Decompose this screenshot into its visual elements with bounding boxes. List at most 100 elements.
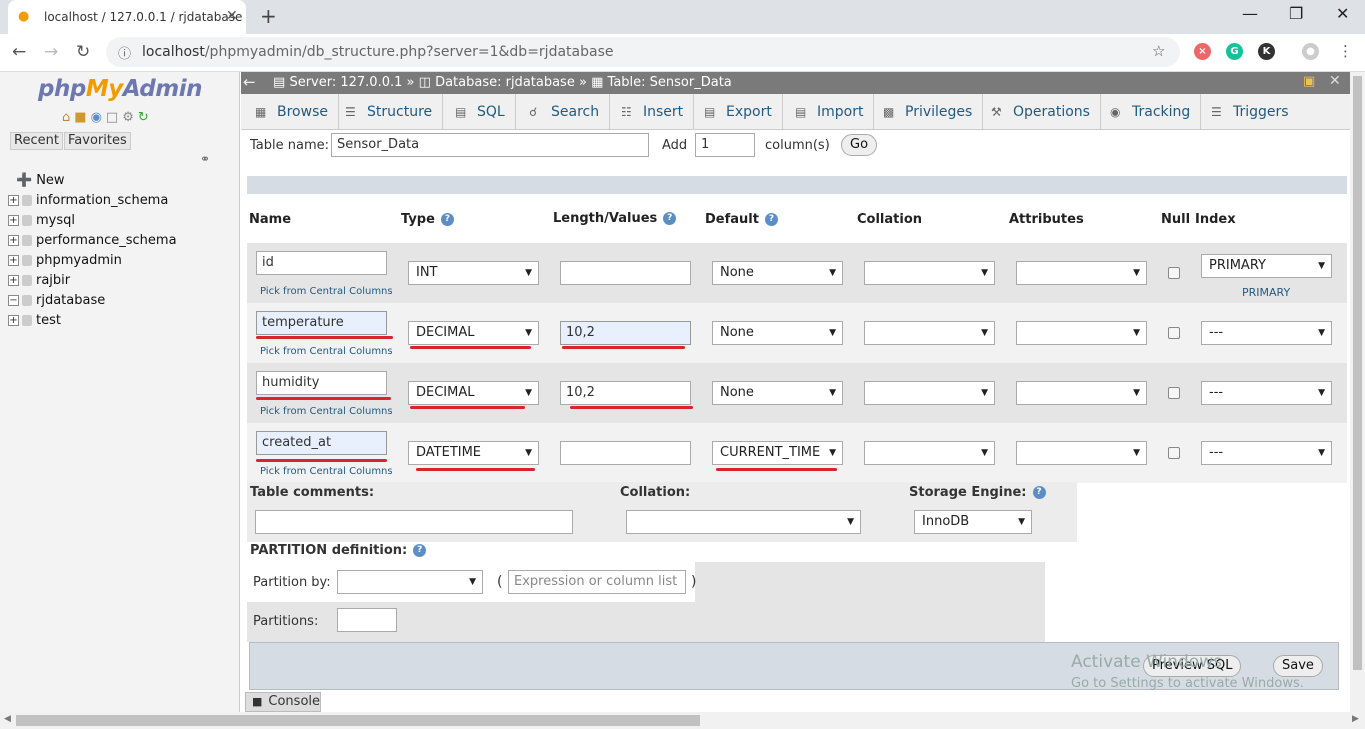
help-icon[interactable]: ?	[1032, 486, 1046, 499]
pick-central-columns-link[interactable]: Pick from Central Columns	[260, 406, 393, 417]
menu-dots-icon[interactable]: ⋮	[1338, 42, 1353, 60]
scroll-right-icon[interactable]: ▶	[1352, 714, 1359, 724]
null-checkbox[interactable]	[1168, 447, 1180, 459]
tree-item-rajbir[interactable]: + rajbir	[8, 273, 70, 288]
expand-icon[interactable]: +	[8, 195, 19, 206]
console-button[interactable]: ■ Console	[245, 692, 321, 712]
nav-tab-recent[interactable]: Recent	[10, 132, 63, 150]
table-name-input[interactable]: Sensor_Data	[331, 133, 649, 157]
vertical-scroll-thumb[interactable]	[1353, 76, 1362, 670]
tab-export[interactable]: ▤ Export	[694, 94, 783, 130]
url-field[interactable]: ⓘ localhost/phpmyadmin/db_structure.php?…	[106, 37, 1180, 67]
close-tab-icon[interactable]: ✕	[226, 8, 238, 24]
table-collation-select[interactable]	[626, 510, 861, 534]
index-select[interactable]: ---	[1201, 381, 1332, 405]
collation-select[interactable]	[864, 441, 995, 465]
tree-item-information-schema[interactable]: + information_schema	[8, 193, 168, 208]
refresh-icon[interactable]: ↻	[138, 110, 153, 125]
pick-central-columns-link[interactable]: Pick from Central Columns	[260, 466, 393, 477]
horizontal-scroll-thumb[interactable]	[16, 715, 700, 726]
index-select[interactable]: ---	[1201, 321, 1332, 345]
type-select[interactable]: DECIMAL	[408, 321, 539, 345]
info-icon[interactable]: ⓘ	[118, 43, 131, 62]
tab-insert[interactable]: ☷ Insert	[611, 94, 695, 130]
index-select[interactable]: PRIMARY	[1201, 254, 1332, 278]
window-close-icon[interactable]: ✕	[1336, 4, 1349, 23]
expand-icon[interactable]: +	[8, 315, 19, 326]
breadcrumb-database[interactable]: Database: rjdatabase	[435, 75, 575, 90]
save-button[interactable]: Save	[1273, 655, 1323, 677]
tab-tracking[interactable]: ◉ Tracking	[1100, 94, 1202, 130]
vertical-scrollbar[interactable]	[1350, 72, 1365, 712]
null-checkbox[interactable]	[1168, 327, 1180, 339]
tree-item-test[interactable]: + test	[8, 313, 61, 328]
breadcrumb-server[interactable]: Server: 127.0.0.1	[289, 75, 402, 90]
partitions-input[interactable]	[337, 608, 397, 632]
back-icon[interactable]: ←	[12, 42, 26, 62]
help-icon[interactable]: ?	[764, 213, 778, 226]
tree-item-mysql[interactable]: + mysql	[8, 213, 75, 228]
collation-select[interactable]	[864, 261, 995, 285]
tab-triggers[interactable]: ☰ Triggers	[1201, 94, 1299, 130]
tab-browse[interactable]: ▦ Browse	[245, 94, 339, 130]
help-icon[interactable]: ◉	[91, 110, 106, 125]
type-select[interactable]: DECIMAL	[408, 381, 539, 405]
index-note[interactable]: PRIMARY	[1242, 286, 1290, 299]
attributes-select[interactable]	[1016, 441, 1147, 465]
grammarly-icon[interactable]: G	[1226, 43, 1243, 60]
scroll-left-icon[interactable]: ◀	[4, 714, 11, 724]
pick-central-columns-link[interactable]: Pick from Central Columns	[260, 346, 393, 357]
tab-operations[interactable]: ⚒ Operations	[981, 94, 1101, 130]
length-input[interactable]	[560, 441, 691, 465]
type-select[interactable]: DATETIME	[408, 441, 539, 465]
k-extension-icon[interactable]: K	[1258, 43, 1275, 60]
default-select[interactable]: None	[712, 321, 843, 345]
collation-select[interactable]	[864, 321, 995, 345]
collapse-nav-icon[interactable]: ←	[243, 73, 256, 91]
go-button[interactable]: Go	[841, 134, 878, 156]
index-select[interactable]: ---	[1201, 441, 1332, 465]
column-name-input[interactable]: created_at	[256, 431, 387, 455]
tab-sql[interactable]: ▤ SQL	[445, 94, 516, 130]
tree-item-phpmyadmin[interactable]: + phpmyadmin	[8, 253, 122, 268]
collation-select[interactable]	[864, 381, 995, 405]
tab-structure[interactable]: ☰ Structure	[335, 94, 444, 130]
home-icon[interactable]: ⌂	[62, 110, 74, 125]
close-icon[interactable]: ✕	[1329, 73, 1341, 89]
tab-search[interactable]: ☌ Search	[519, 94, 611, 130]
lock-icon[interactable]: ▣	[1303, 74, 1315, 89]
extension-icon[interactable]: ×	[1194, 43, 1211, 60]
tree-item-performance-schema[interactable]: + performance_schema	[8, 233, 177, 248]
forward-icon[interactable]: →	[44, 42, 58, 62]
minimize-icon[interactable]: —	[1242, 4, 1258, 23]
tree-item-new[interactable]: ➕ New	[16, 173, 65, 188]
storage-engine-select[interactable]: InnoDB	[914, 510, 1032, 534]
partition-expression-input[interactable]: Expression or column list	[508, 570, 686, 594]
expand-icon[interactable]: +	[8, 255, 19, 266]
tab-privileges[interactable]: ▩ Privileges	[873, 94, 984, 130]
docs-icon[interactable]: □	[106, 110, 122, 125]
tree-item-rjdatabase[interactable]: − rjdatabase	[8, 293, 105, 308]
browser-tab[interactable]: ● localhost / 127.0.0.1 / rjdatabase ✕	[8, 0, 246, 34]
new-tab-icon[interactable]: +	[260, 4, 277, 28]
reload-icon[interactable]: ↻	[76, 42, 90, 62]
default-select[interactable]: CURRENT_TIME	[712, 441, 843, 465]
column-name-input[interactable]: humidity	[256, 371, 387, 395]
default-select[interactable]: None	[712, 261, 843, 285]
restore-icon[interactable]: ❐	[1289, 4, 1303, 23]
link-chain-icon[interactable]: ⚭	[200, 152, 210, 166]
collapse-icon[interactable]: −	[8, 295, 19, 306]
star-icon[interactable]: ☆	[1152, 42, 1165, 60]
settings-icon[interactable]: ⚙	[122, 110, 138, 125]
column-name-input[interactable]: temperature	[256, 311, 387, 335]
null-checkbox[interactable]	[1168, 387, 1180, 399]
attributes-select[interactable]	[1016, 321, 1147, 345]
breadcrumb-table[interactable]: Table: Sensor_Data	[608, 75, 732, 90]
column-name-input[interactable]: id	[256, 251, 387, 275]
nav-tab-favorites[interactable]: Favorites	[64, 132, 131, 150]
expand-icon[interactable]: +	[8, 235, 19, 246]
exit-icon[interactable]: ■	[74, 110, 90, 125]
add-columns-input[interactable]: 1	[695, 133, 755, 157]
expand-icon[interactable]: +	[8, 275, 19, 286]
pick-central-columns-link[interactable]: Pick from Central Columns	[260, 286, 393, 297]
